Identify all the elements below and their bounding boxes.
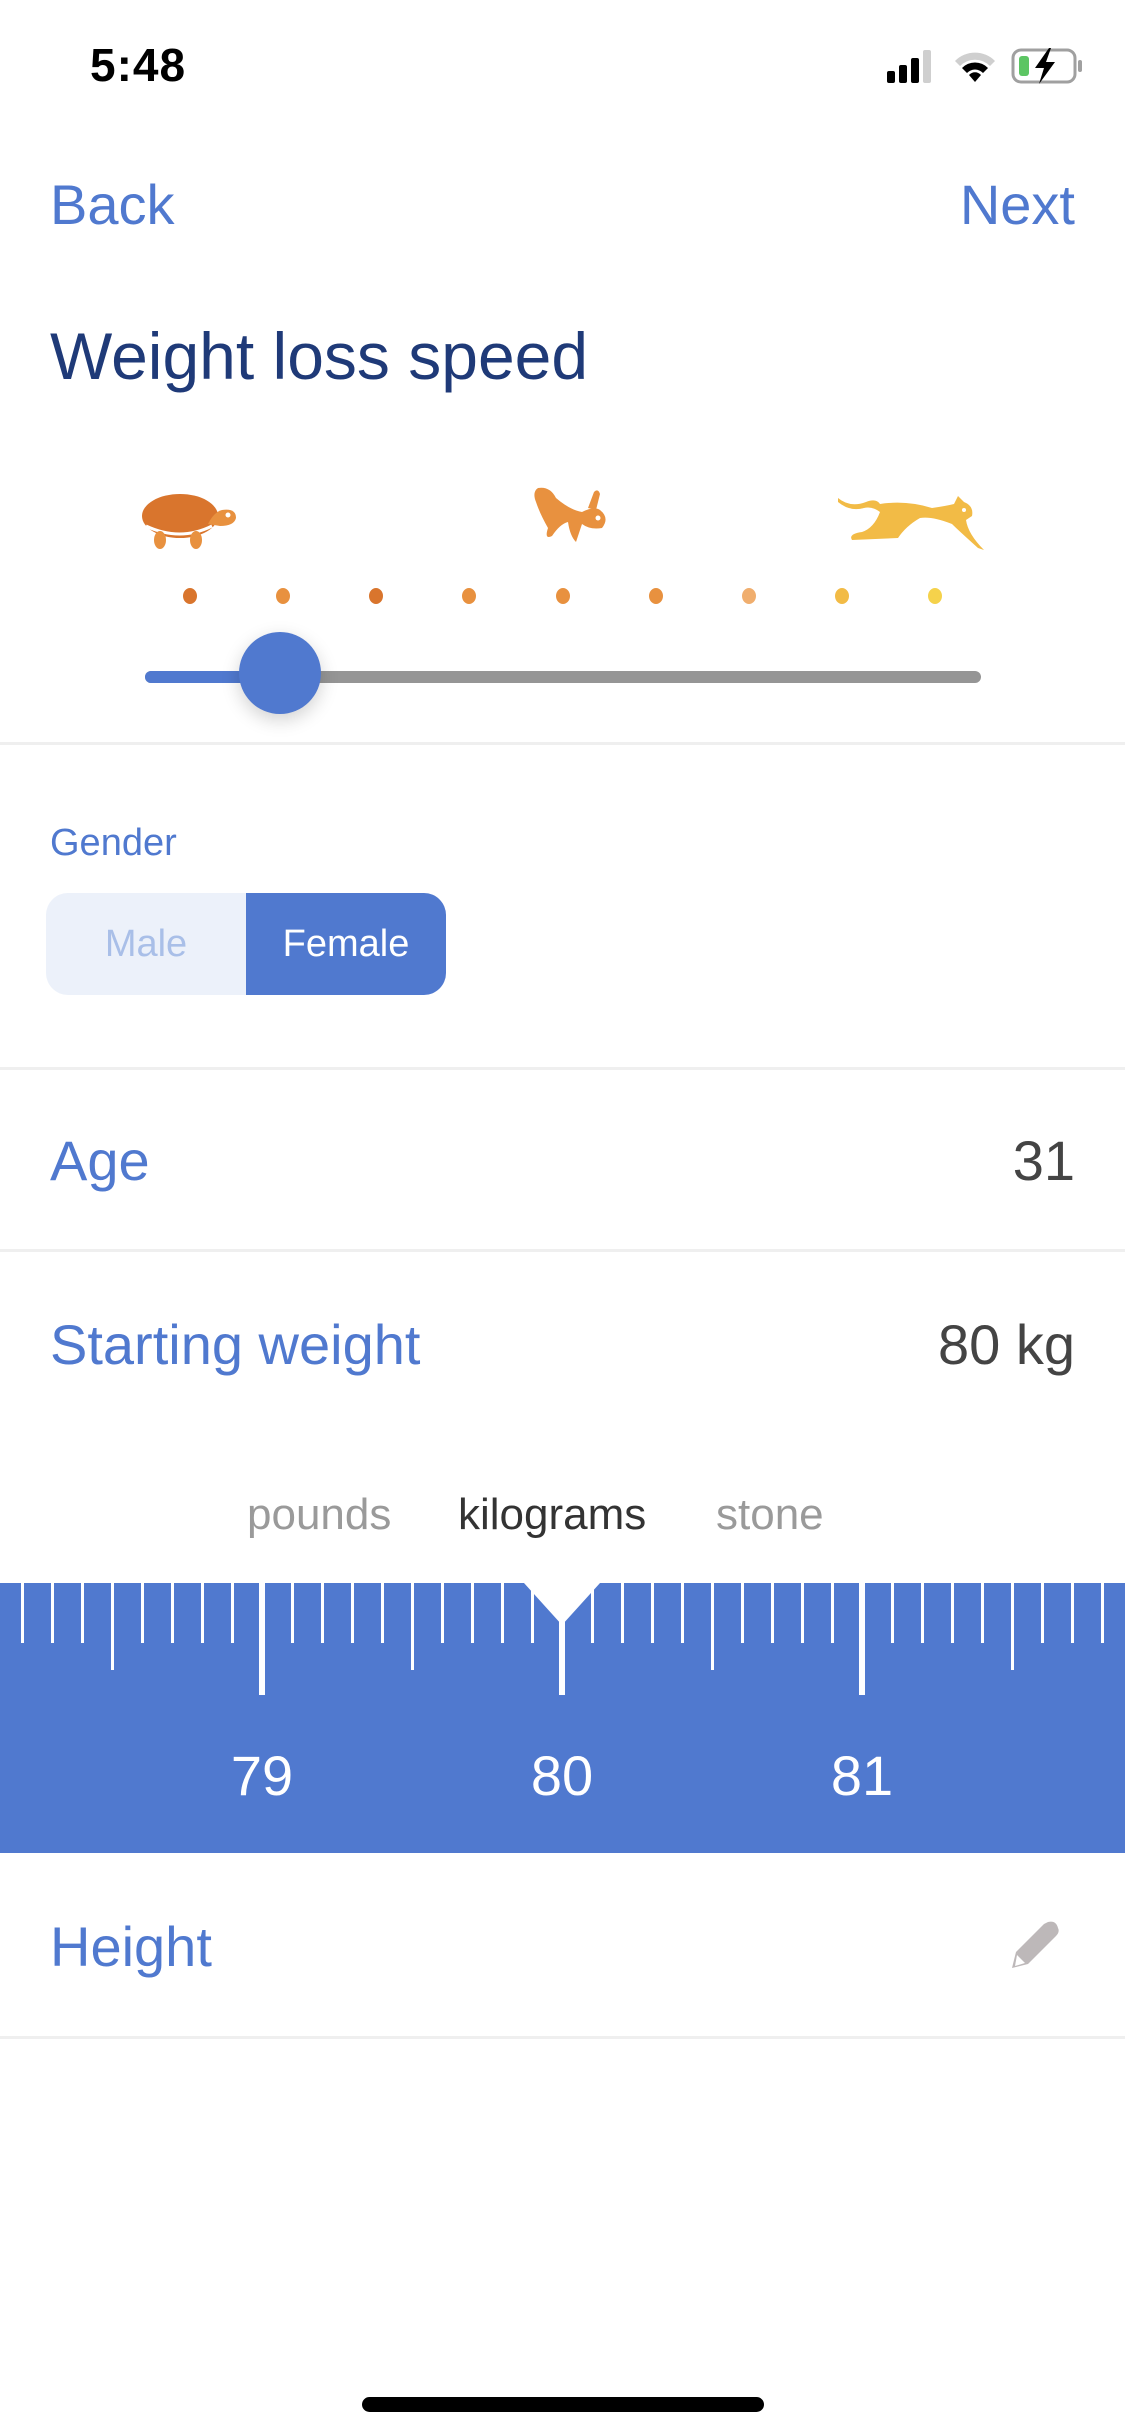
ruler-label: 80 bbox=[530, 1744, 594, 1807]
speed-step-dot[interactable] bbox=[648, 588, 663, 604]
gender-segmented-control[interactable]: Male Female bbox=[46, 893, 446, 995]
divider bbox=[0, 1249, 1125, 1252]
ruler-minor-tick bbox=[350, 1583, 354, 1643]
ruler-label: 79 bbox=[230, 1744, 294, 1807]
speed-step-dot[interactable] bbox=[462, 588, 477, 604]
unit-option-stone[interactable]: stone bbox=[716, 1490, 824, 1540]
wifi-icon bbox=[955, 52, 995, 82]
page-title: Weight loss speed bbox=[50, 319, 589, 393]
ruler-minor-tick bbox=[1100, 1583, 1104, 1643]
turtle-icon bbox=[142, 494, 236, 549]
ruler-minor-tick bbox=[890, 1583, 894, 1643]
home-indicator[interactable] bbox=[362, 2397, 764, 2412]
ruler-half-tick bbox=[110, 1583, 114, 1670]
divider bbox=[0, 1067, 1125, 1070]
ruler-minor-tick bbox=[380, 1583, 384, 1643]
slider-thumb[interactable] bbox=[239, 632, 322, 714]
speed-step-dot[interactable] bbox=[276, 588, 291, 604]
status-icons bbox=[887, 46, 1085, 86]
height-label: Height bbox=[50, 1915, 212, 1978]
speed-step-dot[interactable] bbox=[555, 588, 570, 604]
divider bbox=[0, 742, 1125, 745]
ruler-minor-tick bbox=[800, 1583, 804, 1643]
ruler-minor-tick bbox=[650, 1583, 654, 1643]
speed-step-dot[interactable] bbox=[369, 588, 384, 604]
ruler-minor-tick bbox=[680, 1583, 684, 1643]
back-button[interactable]: Back bbox=[50, 172, 175, 237]
age-value: 31 bbox=[1012, 1129, 1075, 1192]
ruler-minor-tick bbox=[500, 1583, 504, 1643]
ruler-major-tick bbox=[259, 1583, 265, 1695]
age-label: Age bbox=[50, 1129, 150, 1192]
speed-step-dot[interactable] bbox=[928, 588, 942, 604]
divider bbox=[0, 2036, 1125, 2039]
ruler-minor-tick bbox=[830, 1583, 834, 1643]
gender-option-female[interactable]: Female bbox=[246, 893, 446, 995]
ruler-minor-tick bbox=[1070, 1583, 1074, 1643]
unit-option-pounds[interactable]: pounds bbox=[247, 1490, 391, 1540]
cellular-signal-icon bbox=[887, 50, 931, 83]
ruler-major-tick bbox=[859, 1583, 865, 1695]
speed-step-dot[interactable] bbox=[741, 588, 756, 604]
ruler-minor-tick bbox=[980, 1583, 984, 1643]
ruler-minor-tick bbox=[740, 1583, 744, 1643]
speed-step-dot[interactable] bbox=[183, 588, 197, 604]
cheetah-icon bbox=[838, 496, 984, 550]
ruler-minor-tick bbox=[170, 1583, 174, 1643]
speed-step-dot[interactable] bbox=[834, 588, 849, 604]
ruler-minor-tick bbox=[1040, 1583, 1044, 1643]
weight-ruler[interactable]: 79 80 81 bbox=[0, 1583, 1125, 1853]
ruler-minor-tick bbox=[620, 1583, 624, 1643]
ruler-label: 81 bbox=[830, 1744, 894, 1807]
rabbit-icon bbox=[534, 487, 606, 542]
gender-option-male[interactable]: Male bbox=[46, 893, 246, 995]
battery-charging-icon bbox=[1011, 48, 1082, 84]
ruler-minor-tick bbox=[200, 1583, 204, 1643]
next-button[interactable]: Next bbox=[960, 172, 1075, 237]
starting-weight-label: Starting weight bbox=[50, 1313, 421, 1376]
status-time: 5:48 bbox=[90, 39, 187, 91]
starting-weight-value: 80 kg bbox=[938, 1313, 1075, 1376]
ruler-minor-tick bbox=[920, 1583, 924, 1643]
pencil-icon[interactable] bbox=[1008, 1918, 1062, 1972]
ruler-half-tick bbox=[1010, 1583, 1014, 1670]
unit-option-kilograms[interactable]: kilograms bbox=[458, 1490, 646, 1540]
ruler-minor-tick bbox=[230, 1583, 234, 1643]
ruler-minor-tick bbox=[320, 1583, 324, 1643]
ruler-half-tick bbox=[410, 1583, 414, 1670]
ruler-minor-tick bbox=[440, 1583, 444, 1643]
ruler-minor-tick bbox=[80, 1583, 84, 1643]
ruler-minor-tick bbox=[20, 1583, 24, 1643]
ruler-minor-tick bbox=[290, 1583, 294, 1643]
ruler-minor-tick bbox=[950, 1583, 954, 1643]
ruler-minor-tick bbox=[50, 1583, 54, 1643]
ruler-minor-tick bbox=[770, 1583, 774, 1643]
ruler-minor-tick bbox=[140, 1583, 144, 1643]
gender-label: Gender bbox=[50, 822, 177, 864]
ruler-pointer-icon bbox=[524, 1583, 600, 1625]
ruler-half-tick bbox=[710, 1583, 714, 1670]
ruler-minor-tick bbox=[470, 1583, 474, 1643]
